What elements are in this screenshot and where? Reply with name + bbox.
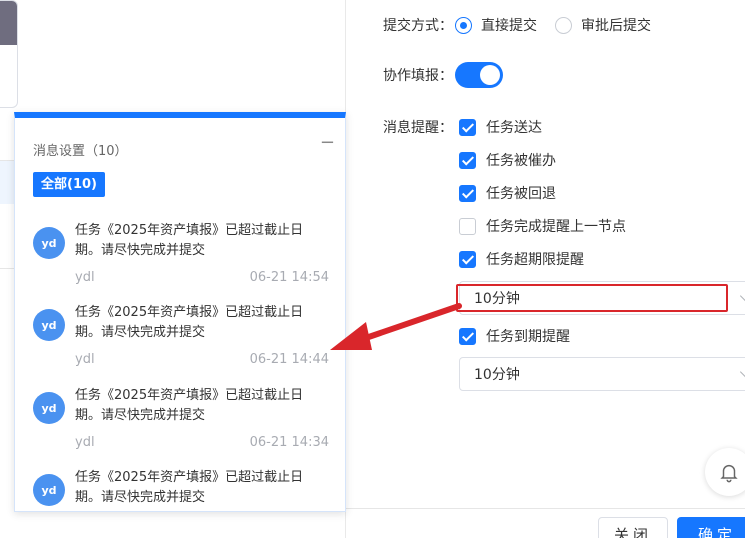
settings-form-panel: 提交方式： 直接提交 审批后提交 协作填报： 消息提醒： 任务送达 任务被催办 … xyxy=(345,0,745,538)
checkbox-task-delivered[interactable]: 任务送达 xyxy=(459,117,542,137)
avatar: yd xyxy=(33,474,65,506)
avatar: yd xyxy=(33,227,65,259)
tab-all[interactable]: 全部(10) xyxy=(33,172,105,197)
checkbox-task-urged[interactable]: 任务被催办 xyxy=(459,150,556,170)
checkbox-label: 任务被催办 xyxy=(486,153,556,169)
reminder-row: 消息提醒： xyxy=(383,117,455,137)
select-value: 10分钟 xyxy=(474,367,520,383)
message-text: 任务《2025年资产填报》已超过截止日期。请尽快完成并提交 xyxy=(75,388,304,423)
collab-row: 协作填报： xyxy=(383,62,503,88)
checkbox-box[interactable] xyxy=(459,217,476,235)
radio-direct-submit[interactable]: 直接提交 xyxy=(455,15,537,35)
avatar: yd xyxy=(33,309,65,341)
avatar: yd xyxy=(33,392,65,424)
chevron-down-icon xyxy=(739,288,745,304)
checkbox-task-complete-notify[interactable]: 任务完成提醒上一节点 xyxy=(459,216,626,236)
checkbox-task-overdue[interactable]: 任务超期限提醒 xyxy=(459,249,584,269)
checkbox-task-due[interactable]: 任务到期提醒 xyxy=(459,326,570,346)
highlight-box xyxy=(456,284,728,312)
checkbox-box[interactable] xyxy=(459,184,476,202)
checkbox-label: 任务被回退 xyxy=(486,186,556,202)
checkbox-task-returned[interactable]: 任务被回退 xyxy=(459,183,556,203)
checkbox-box[interactable] xyxy=(459,118,476,136)
bell-button[interactable] xyxy=(705,448,745,496)
message-text: 任务《2025年资产填报》已超过截止日期。请尽快完成并提交 xyxy=(75,470,304,505)
checkbox-label: 任务到期提醒 xyxy=(486,329,570,345)
checkbox-label: 任务完成提醒上一节点 xyxy=(486,219,626,235)
radio-label: 直接提交 xyxy=(481,18,537,34)
bell-icon xyxy=(720,464,738,483)
checkbox-label: 任务送达 xyxy=(486,120,542,136)
reminder-label: 消息提醒： xyxy=(383,120,453,136)
message-time: 06-21 14:44 xyxy=(249,352,329,367)
minimize-button[interactable]: − xyxy=(320,134,335,152)
message-panel: 消息设置（10） − 全部(10) yd 任务《2025年资产填报》已超过截止日… xyxy=(14,112,346,512)
radio-dot-selected[interactable] xyxy=(455,16,472,34)
message-time: 06-21 14:54 xyxy=(249,270,329,285)
radio-approve-submit[interactable]: 审批后提交 xyxy=(555,15,651,35)
checkbox-box[interactable] xyxy=(459,151,476,169)
checkbox-box[interactable] xyxy=(459,250,476,268)
message-text: 任务《2025年资产填报》已超过截止日期。请尽快完成并提交 xyxy=(75,305,304,340)
background-card xyxy=(0,0,18,108)
confirm-button[interactable]: 确定 xyxy=(677,517,745,538)
message-user: ydl xyxy=(75,435,95,450)
message-user: ydl xyxy=(75,352,95,367)
submit-mode-label: 提交方式： xyxy=(383,18,453,34)
message-text: 任务《2025年资产填报》已超过截止日期。请尽快完成并提交 xyxy=(75,223,304,258)
message-user: ydl xyxy=(75,270,95,285)
collab-label: 协作填报： xyxy=(383,68,453,84)
due-interval-select[interactable]: 10分钟 xyxy=(459,357,745,391)
message-time: 06-21 14:34 xyxy=(249,435,329,450)
collab-toggle[interactable] xyxy=(455,62,503,88)
submit-mode-row: 提交方式： 直接提交 审批后提交 xyxy=(383,15,669,35)
radio-dot[interactable] xyxy=(555,16,572,34)
checkbox-label: 任务超期限提醒 xyxy=(486,252,584,268)
background-selected-row xyxy=(0,160,14,204)
red-arrow-icon xyxy=(330,303,462,350)
close-button[interactable]: 关闭 xyxy=(598,517,668,538)
footer-divider xyxy=(346,508,745,509)
radio-label: 审批后提交 xyxy=(581,18,651,34)
message-panel-title: 消息设置（10） xyxy=(33,144,128,159)
chevron-down-icon xyxy=(739,364,745,380)
